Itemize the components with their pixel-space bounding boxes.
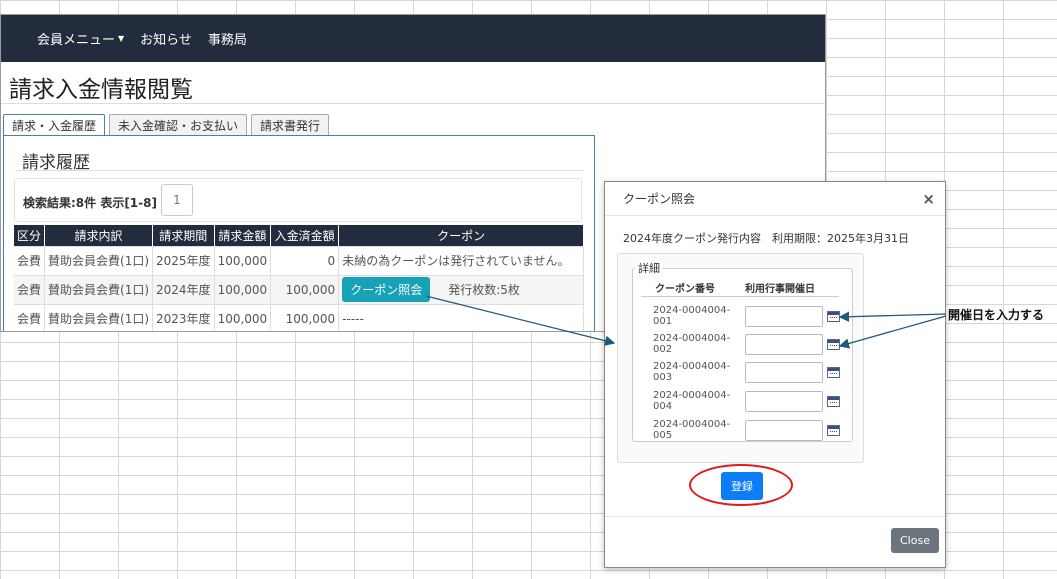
col-event-date: 利用行事開催日: [741, 278, 839, 297]
cell-amount: 100,000: [214, 274, 272, 304]
cell-kubun: 会費: [14, 274, 46, 304]
calendar-icon[interactable]: [827, 338, 840, 350]
search-result-box: 検索結果:8件 表示[1-8] 1: [14, 178, 582, 222]
cell-period: 2024年度: [152, 274, 215, 304]
detail-legend: 詳細: [635, 260, 663, 276]
search-result-count: 検索結果:8件 表示[1-8]: [23, 196, 157, 210]
cell-period: 2023年度: [152, 303, 215, 331]
coupon-row: 2024-0004004-001: [641, 302, 851, 330]
close-button[interactable]: Close: [891, 528, 939, 553]
coupon-issue-info: 2024年度クーポン発行内容 利用期限：2025年3月31日: [623, 232, 909, 245]
tab-panel: 請求履歴 検索結果:8件 表示[1-8] 1 区分 請求内訳 請求期間 請求金額…: [3, 135, 595, 331]
nav-office[interactable]: 事務局: [208, 29, 247, 48]
coupon-number: 2024-0004004-004: [653, 390, 731, 412]
cell-kubun: 会費: [14, 245, 46, 275]
cell-paid: 0: [270, 245, 340, 275]
cell-paid: 100,000: [270, 303, 340, 331]
coupon-row: 2024-0004004-002: [641, 330, 851, 358]
event-date-input[interactable]: [745, 305, 823, 327]
page-title: 請求入金情報閲覧: [9, 77, 193, 103]
navbar: 会員メニュー ▼ お知らせ 事務局: [1, 15, 825, 62]
tab-unpaid-payment[interactable]: 未入金確認・お支払い: [109, 114, 248, 136]
cell-coupon: 未納の為クーポンは発行されていません。: [338, 245, 584, 275]
cell-amount: 100,000: [214, 303, 272, 331]
calendar-icon[interactable]: [827, 424, 840, 436]
cell-detail: 賛助会員会費(1口): [44, 274, 154, 304]
coupon-number: 2024-0004004-005: [653, 419, 731, 441]
cell-coupon: -----: [338, 303, 584, 331]
modal-header: クーポン照会 ×: [605, 182, 945, 216]
coupon-number: 2024-0004004-003: [653, 361, 731, 383]
calendar-icon[interactable]: [827, 310, 840, 322]
annotation-label: 開催日を入力する: [948, 308, 1045, 322]
table-header-row: 区分 請求内訳 請求期間 請求金額 入金済金額 クーポン: [14, 225, 584, 246]
coupon-number: 2024-0004004-001: [653, 305, 731, 327]
coupon-number: 2024-0004004-002: [653, 333, 731, 355]
coupon-issued-count: 発行枚数:5枚: [448, 283, 520, 297]
col-detail: 請求内訳: [44, 225, 154, 246]
close-icon[interactable]: ×: [922, 190, 935, 208]
col-coupon-number: クーポン番号: [641, 278, 741, 297]
nav-news[interactable]: お知らせ: [140, 29, 192, 48]
coupon-row: 2024-0004004-005: [641, 416, 851, 444]
coupon-row: 2024-0004004-004: [641, 387, 851, 415]
cell-paid: 100,000: [270, 274, 340, 304]
caret-down-icon: ▼: [118, 34, 125, 43]
tab-bar: 請求・入金履歴 未入金確認・お支払い 請求書発行: [3, 114, 333, 136]
event-date-input[interactable]: [745, 390, 823, 412]
coupon-table-header: クーポン番号 利用行事開催日: [641, 278, 839, 297]
cell-amount: 100,000: [214, 245, 272, 275]
col-paid: 入金済金額: [270, 225, 340, 246]
calendar-icon[interactable]: [827, 366, 840, 378]
table-row: 会費 賛助会員会費(1口) 2024年度 100,000 100,000 クーポ…: [14, 274, 584, 304]
nav-member-menu-label: 会員メニュー: [37, 33, 116, 48]
pagination-page-1[interactable]: 1: [161, 184, 193, 216]
title-divider: [1, 103, 825, 104]
modal-title: クーポン照会: [623, 192, 696, 206]
tab-billing-history[interactable]: 請求・入金履歴: [3, 114, 106, 136]
nav-member-menu[interactable]: 会員メニュー ▼: [37, 29, 124, 48]
col-coupon: クーポン: [338, 225, 584, 246]
cell-kubun: 会費: [14, 303, 46, 331]
coupon-inquiry-modal: クーポン照会 × 2024年度クーポン発行内容 利用期限：2025年3月31日 …: [604, 181, 946, 568]
table-row: 会費 賛助会員会費(1口) 2025年度 100,000 0 未納の為クーポンは…: [14, 245, 584, 275]
event-date-input[interactable]: [745, 361, 823, 383]
col-kubun: 区分: [14, 225, 46, 246]
event-date-input[interactable]: [745, 333, 823, 355]
coupon-row: 2024-0004004-003: [641, 358, 851, 386]
cell-coupon: クーポン照会 発行枚数:5枚: [338, 274, 584, 304]
section-divider: [16, 170, 584, 171]
nav-office-label: 事務局: [207, 33, 247, 48]
tab-invoice-issue[interactable]: 請求書発行: [251, 114, 330, 136]
cell-period: 2025年度: [152, 245, 215, 275]
event-date-input[interactable]: [745, 419, 823, 441]
coupon-inquiry-button[interactable]: クーポン照会: [342, 277, 431, 302]
highlight-circle: [689, 464, 793, 506]
table-row: 会費 賛助会員会費(1口) 2023年度 100,000 100,000 ---…: [14, 303, 584, 331]
nav-news-label: お知らせ: [140, 33, 192, 48]
cell-detail: 賛助会員会費(1口): [44, 245, 154, 275]
col-amount: 請求金額: [214, 225, 272, 246]
calendar-icon[interactable]: [827, 395, 840, 407]
billing-history-table: 区分 請求内訳 請求期間 請求金額 入金済金額 クーポン 会費 賛助会員会費(1…: [14, 225, 584, 331]
modal-footer-divider: [605, 516, 945, 517]
cell-detail: 賛助会員会費(1口): [44, 303, 154, 331]
col-period: 請求期間: [152, 225, 215, 246]
